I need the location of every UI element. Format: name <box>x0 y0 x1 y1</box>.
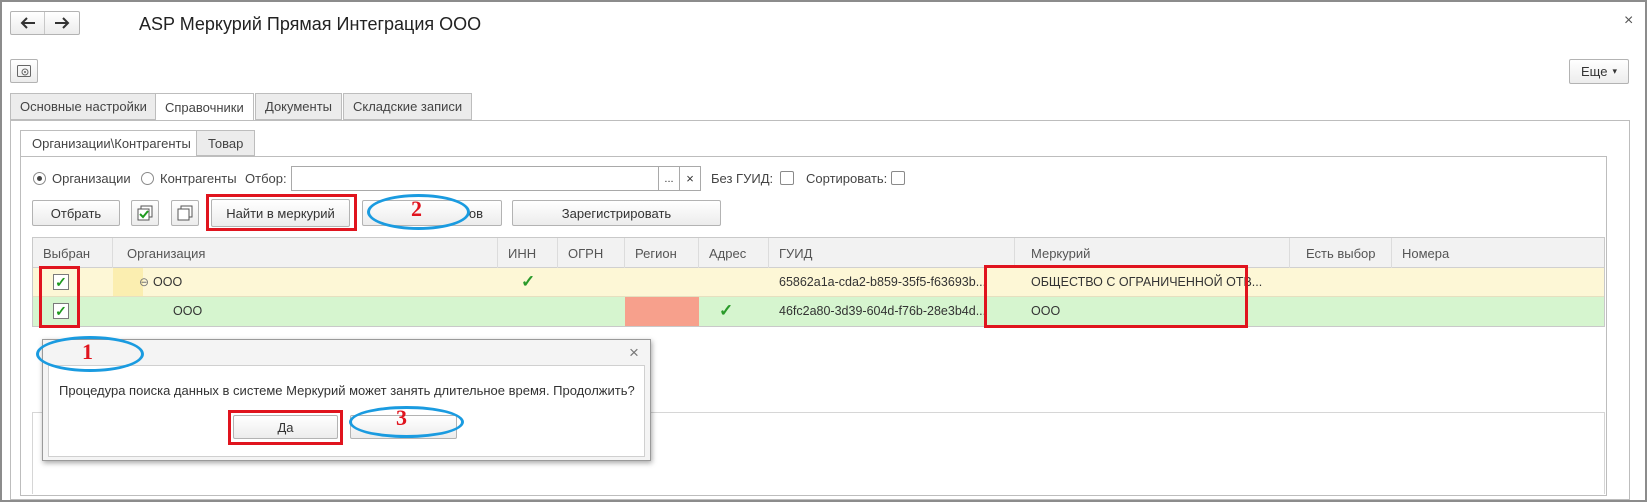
dialog-body <box>48 365 645 457</box>
filter-label: Отбор: <box>245 171 287 186</box>
subtab-label: Товар <box>208 135 244 151</box>
address-check-icon: ✓ <box>709 297 733 325</box>
uncheck-all-icon <box>177 205 193 221</box>
arrow-left-icon <box>20 17 35 29</box>
highlight-checkboxes <box>39 266 80 328</box>
forward-button[interactable] <box>45 12 79 34</box>
col-region[interactable]: Регион <box>625 238 699 268</box>
col-has-choice[interactable]: Есть выбор <box>1290 238 1392 268</box>
sort-label: Сортировать: <box>806 171 888 186</box>
guid-cell: 46fc2a80-3d39-604d-f76b-28e3b4d... <box>779 304 987 318</box>
org-name: ООО <box>173 304 203 318</box>
col-guid[interactable]: ГУИД <box>769 238 1015 268</box>
check-icon: ✓ <box>521 272 536 291</box>
dialog-close-icon[interactable]: × <box>629 343 639 363</box>
check-icon: ✓ <box>719 301 734 320</box>
settings-button[interactable] <box>10 59 38 83</box>
table-row[interactable]: ✓ ООО ✓ 46fc2a80-3d39-604d-f76b-28e3b4d.… <box>33 297 1604 326</box>
more-label: Еще <box>1581 64 1608 79</box>
highlight-yes-button <box>228 410 343 445</box>
no-guid-label: Без ГУИД: <box>711 171 774 186</box>
check-all-icon <box>137 205 153 221</box>
register-button[interactable]: Зарегистрировать <box>512 200 721 226</box>
subtab-orgs-contractors[interactable]: Организации\Контрагенты <box>20 130 203 157</box>
callout-number-3: 3 <box>396 405 407 430</box>
subtab-label: Организации\Контрагенты <box>32 136 191 151</box>
tab-documents[interactable]: Документы <box>255 93 343 120</box>
tab-label: Складские записи <box>353 99 463 114</box>
no-guid-checkbox[interactable] <box>780 171 794 185</box>
table-row[interactable]: ✓ ⊖ ООО ✓ 65862a1a-cda2-b859-35f5-f63693… <box>33 268 1604 297</box>
tab-directories[interactable]: Справочники <box>155 93 254 121</box>
org-grid: Выбран Организация ИНН ОГРН Регион Адрес… <box>32 237 1605 327</box>
filter-input[interactable] <box>291 166 659 191</box>
settings-icon <box>17 65 31 77</box>
radio-contractors[interactable] <box>141 172 154 185</box>
tab-stock-records[interactable]: Складские записи <box>343 93 473 120</box>
window-title: ASP Меркурий Прямая Интеграция ООО <box>139 14 482 34</box>
radio-organizations[interactable] <box>33 172 46 185</box>
callout-number-1: 1 <box>82 339 93 364</box>
tab-label: Документы <box>265 99 333 114</box>
window-close-icon[interactable]: × <box>1624 12 1633 30</box>
filter-clear-icon[interactable]: × <box>679 166 701 191</box>
partially-hidden-label: ов <box>468 205 483 221</box>
tab-label: Основные настройки <box>20 99 147 114</box>
col-organization[interactable]: Организация <box>113 238 498 268</box>
sort-checkbox[interactable] <box>891 171 905 185</box>
select-button[interactable]: Отбрать <box>32 200 120 226</box>
callout-number-2: 2 <box>411 196 422 221</box>
guid-cell: 65862a1a-cda2-b859-35f5-f63693b... <box>779 275 987 289</box>
tab-label: Справочники <box>165 99 244 115</box>
more-button[interactable]: Еще ▾ <box>1569 59 1629 84</box>
nav-buttons <box>10 11 80 35</box>
highlight-find-button <box>206 194 357 231</box>
radio-contractors-label: Контрагенты <box>160 171 237 186</box>
inn-check-icon: ✓ <box>511 268 535 296</box>
region-error-cell <box>625 297 699 326</box>
col-inn[interactable]: ИНН <box>498 238 558 268</box>
arrow-right-icon <box>55 17 70 29</box>
tab-basic-settings[interactable]: Основные настройки <box>10 93 157 120</box>
subtab-goods[interactable]: Товар <box>196 130 256 156</box>
col-ogrn[interactable]: ОГРН <box>558 238 625 268</box>
uncheck-all-button[interactable] <box>171 200 199 226</box>
chevron-down-icon: ▾ <box>1612 66 1617 76</box>
radio-organizations-label: Организации <box>52 171 131 186</box>
back-button[interactable] <box>11 12 45 34</box>
col-address[interactable]: Адрес <box>699 238 769 268</box>
highlight-mercury-column <box>984 265 1248 328</box>
col-selected[interactable]: Выбран <box>33 238 113 268</box>
filter-select-button[interactable]: ... <box>658 166 680 191</box>
col-numbers[interactable]: Номера <box>1392 238 1604 268</box>
dialog-message: Процедура поиска данных в системе Меркур… <box>59 383 635 398</box>
org-name: ООО <box>153 275 183 289</box>
grid-header: Выбран Организация ИНН ОГРН Регион Адрес… <box>33 238 1604 268</box>
col-mercury[interactable]: Меркурий <box>1015 238 1290 268</box>
check-all-button[interactable] <box>131 200 159 226</box>
